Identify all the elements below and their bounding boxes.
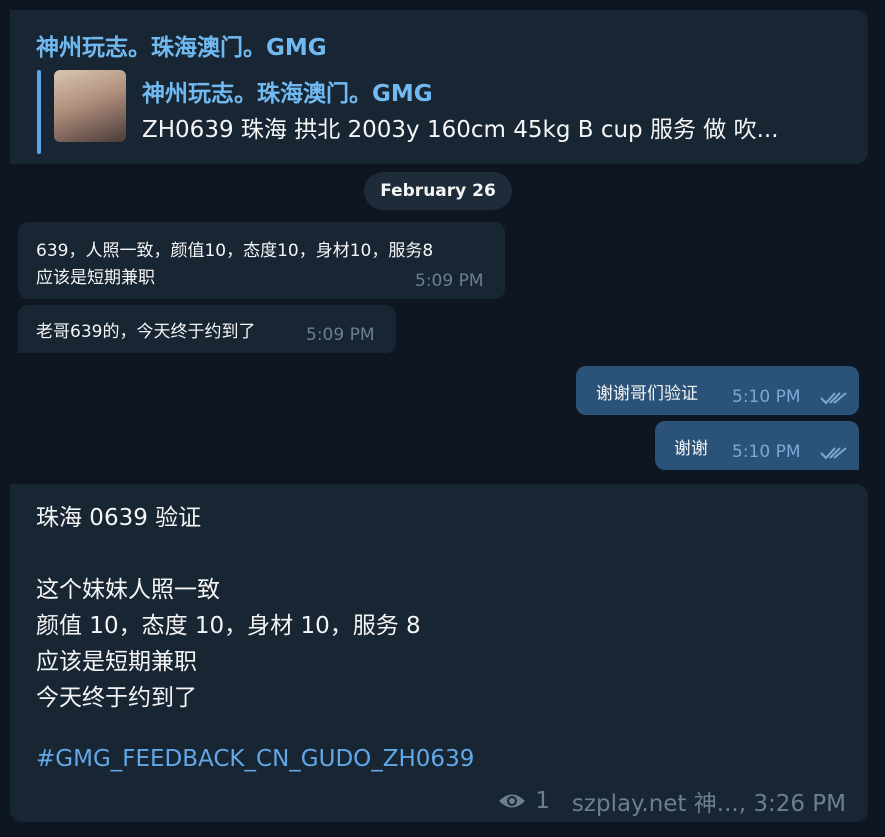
message-text-line: 639，人照一致，颜值10，态度10，身材10，服务8: [36, 241, 434, 261]
message-text-line: 谢谢: [674, 439, 708, 459]
post-text-line: 应该是短期兼职: [36, 649, 197, 675]
message-text-line: 谢谢哥们验证: [596, 384, 698, 404]
double-check-icon: [820, 447, 847, 460]
forwarded-post-card[interactable]: 神州玩志。珠海澳门。GMG 神州玩志。珠海澳门。GMG ZH0639 珠海 拱北…: [10, 10, 868, 164]
eye-icon: [499, 794, 526, 808]
message-time: 5:10 PM: [732, 387, 801, 407]
incoming-message[interactable]: 639，人照一致，颜值10，态度10，身材10，服务8 应该是短期兼职 5:09…: [18, 222, 505, 299]
message-time: 5:10 PM: [732, 442, 801, 462]
message-text-line: 应该是短期兼职: [36, 268, 155, 288]
post-text-line: 今天终于约到了: [36, 685, 197, 711]
reply-bar: [37, 70, 41, 154]
reply-title[interactable]: 神州玩志。珠海澳门。GMG: [142, 74, 433, 108]
post-text-line: 珠海 0639 验证: [36, 505, 202, 531]
post-meta: szplay.net 神..., 3:26 PM: [571, 791, 846, 817]
outgoing-message[interactable]: 谢谢哥们验证 5:10 PM: [576, 366, 859, 415]
hashtag-link[interactable]: #GMG_FEEDBACK_CN_GUDO_ZH0639: [36, 746, 474, 772]
channel-name[interactable]: 神州玩志。珠海澳门。GMG: [36, 28, 327, 62]
view-count: 1: [535, 788, 550, 814]
outgoing-message[interactable]: 谢谢 5:10 PM: [655, 421, 859, 470]
message-time: 5:09 PM: [306, 325, 375, 345]
post-text-line: 颜值 10，态度 10，身材 10，服务 8: [36, 613, 421, 639]
post-footer: 1 szplay.net 神..., 3:26 PM: [497, 784, 846, 818]
channel-post[interactable]: 珠海 0639 验证 这个妹妹人照一致 颜值 10，态度 10，身材 10，服务…: [10, 484, 868, 822]
message-time: 5:09 PM: [415, 271, 484, 291]
post-text-line: 这个妹妹人照一致: [36, 577, 220, 603]
incoming-message[interactable]: 老哥639的，今天终于约到了 5:09 PM: [18, 305, 396, 353]
message-text-line: 老哥639的，今天终于约到了: [36, 322, 256, 342]
date-separator: February 26: [364, 172, 512, 210]
double-check-icon: [820, 392, 847, 405]
reply-thumbnail[interactable]: [54, 70, 126, 142]
reply-preview-text: ZH0639 珠海 拱北 2003y 160cm 45kg B cup 服务 做…: [142, 117, 779, 143]
